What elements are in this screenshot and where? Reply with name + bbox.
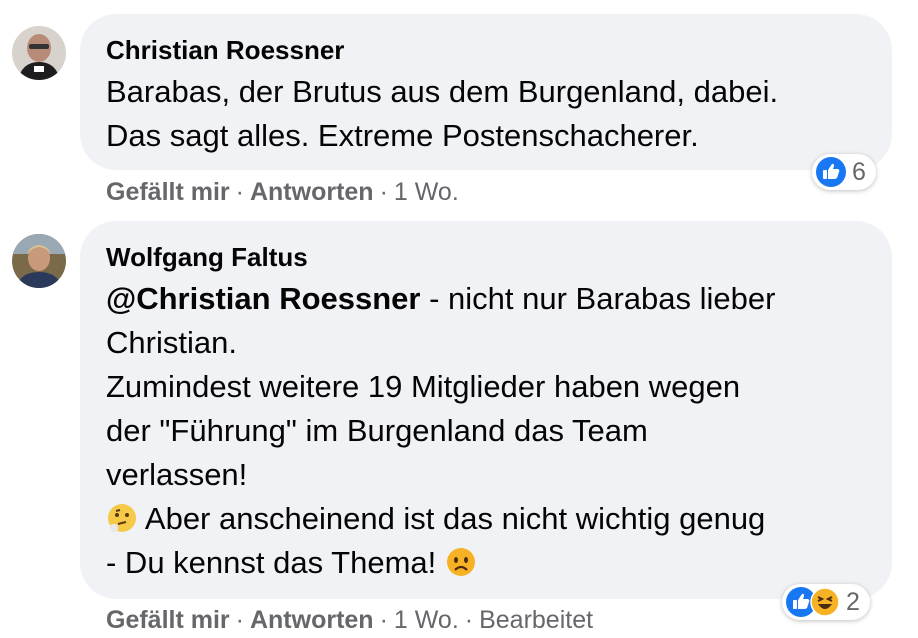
comment-bubble: Christian Roessner Barabas, der Brutus a… [80, 14, 892, 170]
comment-text: @Christian Roessner - nicht nur Barabas … [106, 277, 868, 585]
separator: · [235, 178, 244, 206]
comment-text: Barabas, der Brutus aus dem Burgenland, … [106, 74, 779, 153]
comment-text-line: Aber anscheinend ist das nicht wichtig g… [138, 501, 766, 536]
timestamp[interactable]: 1 Wo. [394, 606, 459, 634]
comment-bubble: Wolfgang Faltus @Christian Roessner - ni… [80, 221, 892, 599]
haha-reaction-icon [810, 587, 840, 617]
comment-text-line: Christian. [106, 325, 237, 360]
thinking-face-emoji-icon [106, 502, 138, 534]
mention-link[interactable]: @Christian Roessner [106, 281, 420, 316]
like-link[interactable]: Gefällt mir [106, 178, 230, 206]
reaction-summary[interactable]: 2 [782, 584, 870, 620]
comment-text-line: der "Führung" im Burgenland das Team [106, 413, 648, 448]
comment-author[interactable]: Wolfgang Faltus [106, 241, 868, 273]
frowning-face-emoji-icon [445, 546, 477, 578]
reply-link[interactable]: Antworten [250, 178, 374, 206]
edited-label: Bearbeitet [479, 606, 594, 634]
comment-author[interactable]: Christian Roessner [106, 34, 868, 66]
comment-text-line: verlassen! [106, 457, 248, 492]
like-link[interactable]: Gefällt mir [106, 606, 230, 634]
separator: · [464, 606, 474, 634]
reaction-summary[interactable]: 6 [812, 154, 876, 190]
reaction-count: 2 [846, 587, 860, 616]
separator: · [379, 178, 388, 206]
comment-text-line: Zumindest weitere 19 Mitglieder haben we… [106, 369, 741, 404]
avatar[interactable] [12, 234, 66, 288]
avatar[interactable] [12, 26, 66, 80]
comment-text-line: - nicht nur Barabas lieber [420, 281, 776, 316]
reaction-count: 6 [852, 157, 866, 186]
like-reaction-icon [816, 157, 846, 187]
reply-link[interactable]: Antworten [250, 606, 374, 634]
timestamp[interactable]: 1 Wo. [394, 178, 459, 206]
separator: · [379, 606, 388, 634]
comment-text-line: - Du kennst das Thema! [106, 545, 445, 580]
comment-actions: Gefällt mir · Antworten · 1 Wo. · Bearbeitet [106, 606, 593, 635]
separator: · [235, 606, 244, 634]
comment-actions: Gefällt mir · Antworten · 1 Wo. [106, 178, 459, 207]
